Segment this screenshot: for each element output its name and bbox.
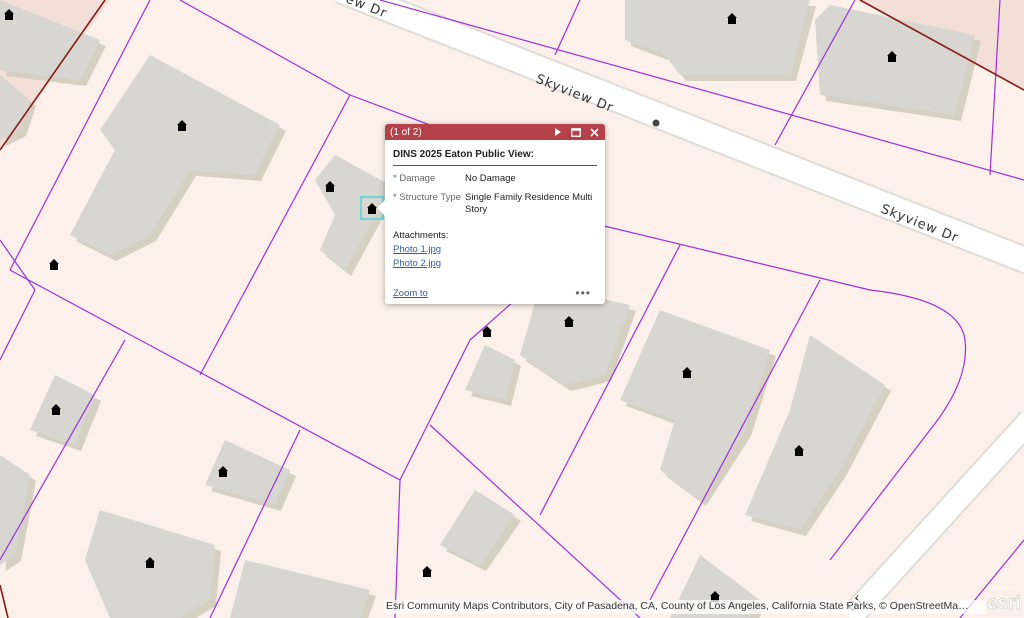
maximize-icon[interactable] — [569, 125, 583, 139]
popup-header: (1 of 2) — [385, 124, 605, 140]
attachment-link[interactable]: Photo 2.jpg — [393, 258, 597, 269]
attribute-label: * Structure Type — [393, 192, 461, 203]
attachment-link[interactable]: Photo 1.jpg — [393, 244, 597, 255]
buildings — [0, 0, 981, 618]
location-dot-icon[interactable] — [652, 119, 660, 127]
attribute-row-damage: * Damage No Damage — [393, 173, 597, 185]
attribute-value: Single Family Residence Multi Story — [465, 192, 593, 215]
map-canvas[interactable]: Skyview Dr Skyview Dr ew Dr Dr — [0, 0, 1024, 618]
close-icon[interactable] — [587, 125, 601, 139]
logo-caption: POWERED BY — [989, 586, 1020, 591]
house-icon[interactable] — [422, 566, 432, 577]
feature-count: (1 of 2) — [390, 126, 422, 138]
popup-pointer — [377, 200, 385, 216]
attribute-value: No Damage — [465, 173, 516, 184]
popup-footer: Zoom to ••• — [393, 286, 591, 300]
attribute-row-structure-type: * Structure Type Single Family Residence… — [393, 192, 597, 216]
popup-title: DINS 2025 Eaton Public View: — [393, 149, 597, 166]
house-icon[interactable] — [49, 259, 59, 270]
attachments-label: Attachments: — [393, 230, 449, 241]
feature-popup: (1 of 2) DINS 2025 Eaton Public View: * … — [377, 124, 605, 304]
attribute-label: * Damage — [393, 173, 436, 184]
popup-body: DINS 2025 Eaton Public View: * Damage No… — [385, 140, 605, 269]
zoom-to-link[interactable]: Zoom to — [393, 288, 428, 299]
logo-text: esri — [987, 593, 1021, 614]
map-attribution[interactable]: Esri Community Maps Contributors, City o… — [384, 600, 986, 614]
more-options-button[interactable]: ••• — [575, 286, 591, 300]
esri-logo[interactable]: POWERED BY esri — [986, 584, 1022, 614]
next-feature-icon[interactable] — [551, 125, 565, 139]
